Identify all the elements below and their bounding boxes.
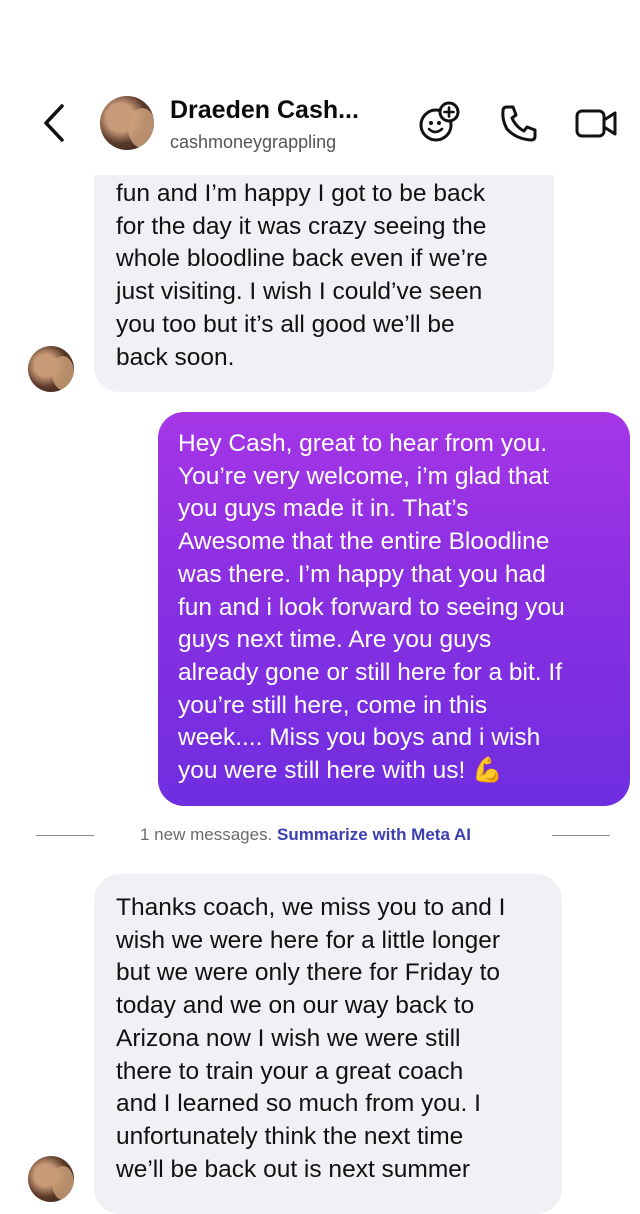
conversation-header: Draeden Cash... cashmoneygrappling — [0, 0, 640, 175]
message-line: unfortunately think the next time — [116, 1122, 464, 1150]
contact-name[interactable]: Draeden Cash... — [170, 96, 359, 125]
message-line: but we were only there for Friday to — [116, 959, 501, 987]
contact-handle[interactable]: cashmoneygrappling — [170, 132, 336, 153]
video-call-button[interactable] — [574, 100, 620, 146]
sender-avatar[interactable] — [28, 1156, 74, 1202]
message-line: just visiting. I wish I could’ve seen — [116, 278, 483, 306]
new-messages-divider: 1 new messages. Summarize with Meta AI — [0, 818, 640, 852]
message-line: already gone or still here for a bit. If — [178, 658, 563, 686]
message-line: wish we were here for a little longer — [116, 926, 501, 954]
divider-line-left — [36, 835, 94, 836]
message-line: for the day it was crazy seeing the — [116, 212, 487, 240]
message-line: today and we on our way back to — [116, 992, 475, 1020]
message-line: fun and i look forward to seeing you — [178, 593, 565, 621]
message-line: we’ll be back out is next summer — [116, 1155, 471, 1183]
message-line: week.... Miss you boys and i wish — [178, 724, 541, 752]
summarize-with-meta-ai-link[interactable]: Summarize with Meta AI — [277, 825, 471, 844]
message-line: there to train your a great coach — [116, 1057, 464, 1085]
message-line: Arizona now I wish we were still — [116, 1024, 461, 1052]
message-line: you too but it’s all good we’ll be — [116, 310, 455, 338]
message-line: whole bloodline back even if we’re — [116, 245, 488, 273]
message-line: Hey Cash, great to hear from you. — [178, 430, 548, 457]
message-line: back soon. — [116, 343, 235, 371]
effects-button[interactable] — [416, 100, 462, 146]
audio-call-button[interactable] — [496, 100, 542, 146]
outgoing-message-bubble[interactable]: Hey Cash, great to hear from you. You’re… — [158, 412, 630, 806]
phone-icon — [501, 105, 537, 142]
message-line: you guys made it in. That’s — [178, 495, 469, 523]
back-button[interactable] — [36, 98, 76, 148]
sender-avatar[interactable] — [28, 346, 74, 392]
message-line: You’re very welcome, i’m glad that — [178, 462, 549, 490]
message-line: guys next time. Are you guys — [178, 626, 492, 654]
message-line: Awesome that the entire Bloodline — [178, 528, 550, 556]
new-messages-count: 1 new messages. — [140, 825, 273, 844]
message-line: Thanks coach, we miss you to and I — [116, 894, 506, 921]
message-line: you’re still here, come in this — [178, 691, 488, 719]
incoming-message-bubble[interactable]: Thanks coach, we miss you to and I wish … — [94, 874, 562, 1214]
new-messages-text: 1 new messages. Summarize with Meta AI — [140, 825, 471, 845]
divider-line-right — [552, 835, 610, 836]
back-chevron-icon — [44, 104, 64, 142]
message-line: and I learned so much from you. I — [116, 1090, 481, 1118]
message-line: you were still here with us! 💪 — [178, 757, 503, 785]
video-camera-icon — [575, 109, 617, 138]
message-line: fun and I’m happy I got to be back — [116, 180, 486, 207]
message-line: was there. I’m happy that you had — [178, 560, 546, 588]
contact-avatar[interactable] — [100, 96, 154, 150]
effects-icon — [419, 101, 460, 142]
incoming-message-bubble[interactable]: fun and I’m happy I got to be back for t… — [94, 140, 554, 392]
